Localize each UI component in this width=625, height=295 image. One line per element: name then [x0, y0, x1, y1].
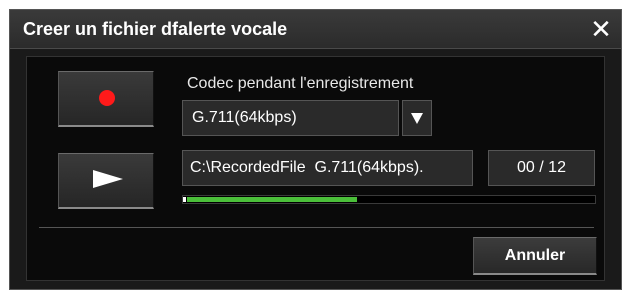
recording-progress-bar — [182, 195, 596, 204]
recorded-file-field: C:\RecordedFile G.711(64kbps). — [182, 150, 473, 186]
close-icon[interactable]: ✕ — [587, 14, 615, 44]
codec-label: Codec pendant l'enregistrement — [187, 75, 414, 92]
recorded-file-path: C:\RecordedFile G.711(64kbps). — [190, 159, 424, 176]
progress-start-marker — [183, 197, 186, 202]
cancel-button[interactable]: Annuler — [473, 237, 597, 275]
codec-selected-value: G.711(64kbps) — [192, 109, 297, 126]
play-icon — [93, 170, 123, 188]
play-button[interactable] — [58, 153, 154, 209]
codec-dropdown-button[interactable] — [402, 100, 432, 136]
record-button[interactable] — [58, 71, 154, 127]
dropdown-arrow-icon — [411, 113, 423, 124]
dialog-title: Creer un fichier dfalerte vocale — [23, 19, 288, 39]
title-bar: Creer un fichier dfalerte vocale ✕ — [10, 10, 621, 49]
codec-select[interactable]: G.711(64kbps) — [182, 100, 399, 136]
progress-fill — [187, 197, 357, 202]
record-icon — [99, 90, 115, 106]
divider — [39, 227, 594, 228]
alert-audio-dialog: Creer un fichier dfalerte vocale ✕ Codec… — [9, 9, 622, 290]
recording-counter: 00 / 12 — [488, 150, 595, 186]
recording-panel: Codec pendant l'enregistrement G.711(64k… — [26, 56, 605, 281]
